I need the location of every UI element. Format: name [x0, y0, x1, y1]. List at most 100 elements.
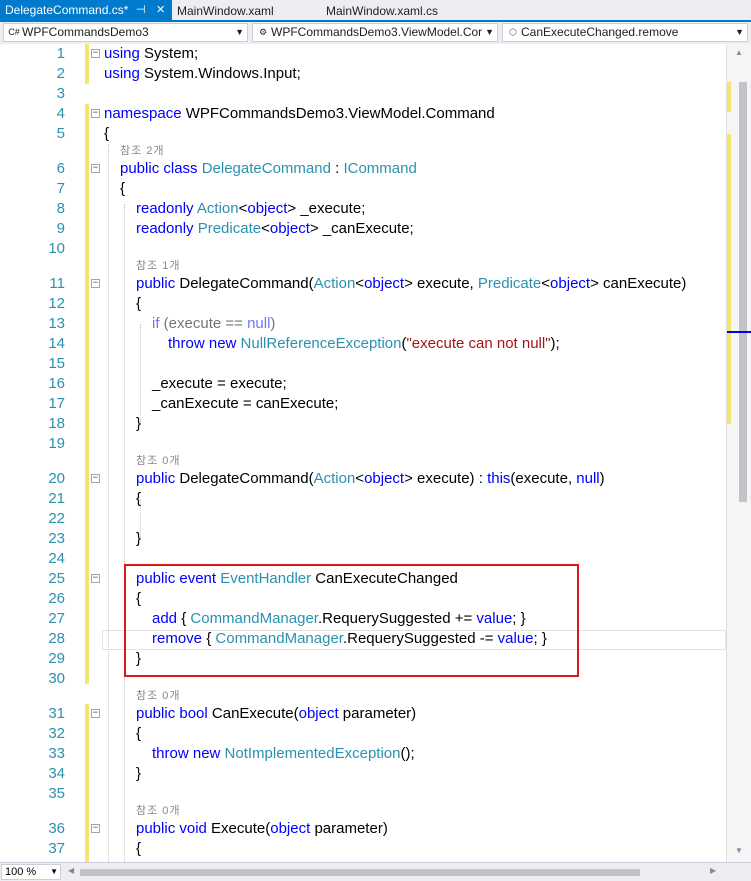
line-number: 32	[48, 725, 65, 742]
line-number: 33	[48, 745, 65, 762]
code-text: }	[136, 530, 142, 547]
project-dropdown[interactable]: C# WPFCommandsDemo3 ▼	[3, 23, 248, 42]
codelens-row: 참조 0개	[0, 801, 735, 821]
line-number: 7	[56, 180, 65, 197]
close-icon[interactable]: ✕	[156, 0, 165, 21]
code-text: readonly Action<object> _execute;	[136, 200, 366, 217]
line-number: 11	[49, 275, 65, 292]
scroll-down-icon[interactable]: ▼	[735, 846, 743, 855]
line-number: 29	[48, 650, 65, 667]
tab-delegatecommand[interactable]: DelegateCommand.cs* ⊣ ✕	[0, 0, 172, 21]
code-line: 1 − using System;	[0, 44, 735, 64]
line-number: 34	[48, 765, 65, 782]
highlight-annotation-box	[124, 564, 579, 677]
collapse-icon[interactable]: −	[91, 49, 100, 58]
code-text: {	[136, 295, 142, 312]
type-dropdown-label: WPFCommandsDemo3.ViewModel.Cor	[271, 25, 483, 39]
code-line: 18 }	[0, 414, 735, 434]
collapse-icon[interactable]: −	[91, 574, 100, 583]
chevron-down-icon: ▼	[235, 27, 244, 37]
line-number: 2	[56, 65, 65, 82]
code-line: 11 − public DelegateCommand(Action<objec…	[0, 274, 735, 294]
vertical-scrollbar[interactable]: ▲ ▼	[726, 44, 751, 862]
code-line: 8 readonly Action<object> _execute;	[0, 199, 735, 219]
scroll-left-icon[interactable]: ◀	[68, 866, 74, 875]
horizontal-scrollbar-thumb[interactable]	[80, 869, 640, 876]
chevron-down-icon: ▼	[735, 27, 744, 37]
code-line: 34 }	[0, 764, 735, 784]
chevron-down-icon: ▼	[485, 27, 494, 37]
code-line: 13 if (execute == null)	[0, 314, 735, 334]
line-number: 36	[48, 820, 65, 837]
line-number: 9	[56, 220, 65, 237]
code-line: 2 using System.Windows.Input;	[0, 64, 735, 84]
line-number: 25	[48, 570, 65, 587]
project-dropdown-label: WPFCommandsDemo3	[22, 25, 149, 39]
scrollbar-change-marker	[727, 134, 731, 424]
tab-mainwindow-xaml[interactable]: MainWindow.xaml	[177, 2, 274, 21]
member-dropdown-label: CanExecuteChanged.remove	[521, 25, 679, 39]
chevron-down-icon: ▼	[50, 867, 58, 876]
member-dropdown[interactable]: ⬡ CanExecuteChanged.remove ▼	[502, 23, 748, 42]
code-line: 23 }	[0, 529, 735, 549]
code-text: namespace WPFCommandsDemo3.ViewModel.Com…	[104, 105, 495, 122]
line-number: 28	[48, 630, 65, 647]
document-tab-strip: DelegateCommand.cs* ⊣ ✕ MainWindow.xaml …	[0, 0, 751, 22]
zoom-level: 100 %	[5, 866, 37, 878]
code-line: 4 − namespace WPFCommandsDemo3.ViewModel…	[0, 104, 735, 124]
tab-mainwindow-xaml-cs[interactable]: MainWindow.xaml.cs	[326, 2, 438, 21]
line-number: 27	[48, 610, 65, 627]
line-number: 26	[48, 590, 65, 607]
collapse-icon[interactable]: −	[91, 824, 100, 833]
code-text: public DelegateCommand(Action<object> ex…	[136, 470, 605, 487]
type-dropdown[interactable]: ⚙ WPFCommandsDemo3.ViewModel.Cor ▼	[252, 23, 498, 42]
codelens-references[interactable]: 참조 0개	[136, 686, 181, 706]
code-line: 9 readonly Predicate<object> _canExecute…	[0, 219, 735, 239]
codelens-references[interactable]: 참조 0개	[136, 451, 181, 471]
code-line: 31 − public bool CanExecute(object param…	[0, 704, 735, 724]
code-line: 6 − public class DelegateCommand : IComm…	[0, 159, 735, 179]
line-number: 23	[48, 530, 65, 547]
codelens-row: 참조 0개	[0, 686, 735, 706]
line-number: 15	[48, 355, 65, 372]
code-line: 3	[0, 84, 735, 104]
event-icon: ⬡	[509, 27, 517, 37]
code-text: using System;	[104, 45, 199, 62]
line-number: 8	[56, 200, 65, 217]
codelens-row: 참조 1개	[0, 256, 735, 276]
code-line: 21 {	[0, 489, 735, 509]
code-text: {	[120, 180, 126, 197]
code-text: using System.Windows.Input;	[104, 65, 301, 82]
codelens-references[interactable]: 참조 0개	[136, 801, 181, 821]
line-number: 24	[48, 550, 65, 567]
code-text: }	[136, 415, 142, 432]
scrollbar-caret-marker	[727, 331, 751, 333]
scrollbar-thumb[interactable]	[739, 82, 747, 502]
line-number: 31	[48, 705, 65, 722]
scroll-up-icon[interactable]: ▲	[735, 48, 743, 57]
codelens-references[interactable]: 참조 2개	[120, 141, 165, 161]
collapse-icon[interactable]: −	[91, 279, 100, 288]
collapse-icon[interactable]: −	[91, 109, 100, 118]
line-number: 14	[48, 335, 65, 352]
code-line: 14 throw new NullReferenceException("exe…	[0, 334, 735, 354]
code-line: 37 {	[0, 839, 735, 859]
code-editor[interactable]: 1 − using System; 2 using System.Windows…	[0, 44, 751, 862]
collapse-icon[interactable]: −	[91, 474, 100, 483]
codelens-references[interactable]: 참조 1개	[136, 256, 181, 276]
line-number: 1	[56, 45, 65, 62]
code-line: 16 _execute = execute;	[0, 374, 735, 394]
collapse-icon[interactable]: −	[91, 709, 100, 718]
line-number: 37	[48, 840, 65, 857]
pin-icon[interactable]: ⊣	[136, 0, 146, 21]
code-text: _execute = execute;	[152, 375, 287, 392]
code-text: throw new NullReferenceException("execut…	[168, 335, 560, 352]
editor-bottom-bar: 100 % ▼ ◀ ▶	[0, 862, 751, 881]
code-text: public void Execute(object parameter)	[136, 820, 388, 837]
csharp-project-icon: C#	[8, 27, 20, 37]
zoom-dropdown[interactable]: 100 % ▼	[1, 864, 61, 880]
collapse-icon[interactable]: −	[91, 164, 100, 173]
scroll-right-icon[interactable]: ▶	[710, 866, 716, 875]
code-text: }	[136, 765, 142, 782]
line-number: 13	[48, 315, 65, 332]
